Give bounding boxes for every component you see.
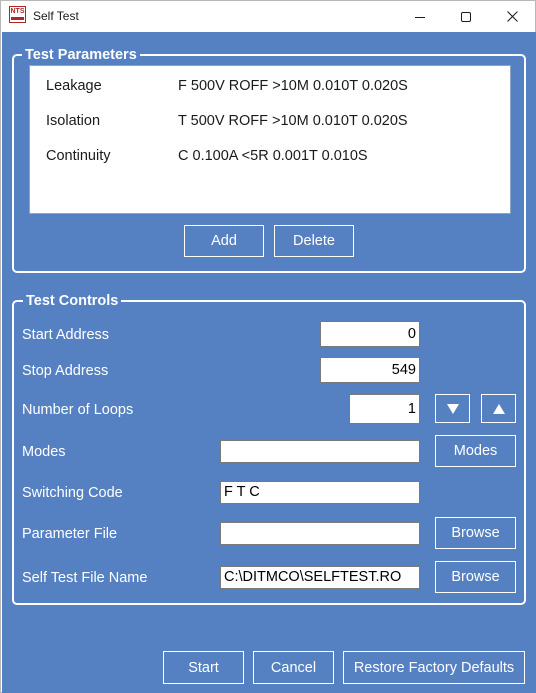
stop-address-input[interactable]: 549 bbox=[320, 357, 420, 383]
self-test-file-input[interactable]: C:\DITMCO\SELFTEST.RO bbox=[220, 566, 420, 589]
start-address-input[interactable]: 0 bbox=[320, 321, 420, 347]
start-button[interactable]: Start bbox=[163, 651, 244, 684]
self-test-file-browse-button[interactable]: Browse bbox=[435, 561, 516, 593]
delete-button[interactable]: Delete bbox=[274, 225, 354, 257]
stop-address-label: Stop Address bbox=[22, 363, 109, 379]
parameter-file-label: Parameter File bbox=[22, 526, 118, 542]
self-test-file-label: Self Test File Name bbox=[22, 570, 148, 586]
add-button[interactable]: Add bbox=[184, 225, 264, 257]
parameter-name: Isolation bbox=[46, 113, 101, 129]
self-test-window: NTS Self Test Test Parameters Leakage F … bbox=[0, 0, 536, 693]
start-address-label: Start Address bbox=[22, 327, 110, 343]
close-button[interactable] bbox=[489, 1, 535, 32]
triangle-up-icon bbox=[492, 403, 505, 414]
parameter-value: T 500V ROFF >10M 0.010T 0.020S bbox=[178, 113, 408, 129]
loops-increment-button[interactable] bbox=[481, 394, 516, 423]
modes-input[interactable] bbox=[220, 440, 420, 463]
parameter-value: F 500V ROFF >10M 0.010T 0.020S bbox=[178, 78, 408, 94]
app-logo-icon: NTS bbox=[9, 6, 26, 23]
switching-code-label: Switching Code bbox=[22, 485, 123, 501]
modes-label: Modes bbox=[22, 444, 66, 460]
parameter-name: Continuity bbox=[46, 148, 111, 164]
test-parameters-title: Test Parameters bbox=[22, 47, 140, 63]
parameter-value: C 0.100A <5R 0.001T 0.010S bbox=[178, 148, 368, 164]
maximize-icon bbox=[461, 11, 471, 22]
restore-factory-defaults-button[interactable]: Restore Factory Defaults bbox=[343, 651, 525, 684]
triangle-down-icon bbox=[446, 403, 459, 414]
parameter-file-browse-button[interactable]: Browse bbox=[435, 517, 516, 549]
test-parameters-list[interactable]: Leakage F 500V ROFF >10M 0.010T 0.020S I… bbox=[29, 65, 511, 214]
minimize-button[interactable] bbox=[397, 1, 443, 32]
maximize-button[interactable] bbox=[443, 1, 489, 32]
loops-decrement-button[interactable] bbox=[435, 394, 470, 423]
cancel-button[interactable]: Cancel bbox=[253, 651, 334, 684]
test-controls-title: Test Controls bbox=[23, 293, 122, 309]
switching-code-input[interactable]: F T C bbox=[220, 481, 420, 504]
app-logo-text: NTS bbox=[10, 8, 25, 15]
parameter-name: Leakage bbox=[46, 78, 102, 94]
number-of-loops-input[interactable]: 1 bbox=[349, 394, 420, 424]
minimize-icon bbox=[415, 16, 425, 18]
window-title: Self Test bbox=[33, 9, 79, 23]
number-of-loops-label: Number of Loops bbox=[22, 402, 134, 418]
title-bar[interactable]: NTS Self Test bbox=[1, 1, 535, 32]
parameter-file-input[interactable] bbox=[220, 522, 420, 545]
modes-button[interactable]: Modes bbox=[435, 435, 516, 467]
dialog-body: Test Parameters Leakage F 500V ROFF >10M… bbox=[2, 32, 536, 693]
close-icon bbox=[506, 11, 518, 22]
